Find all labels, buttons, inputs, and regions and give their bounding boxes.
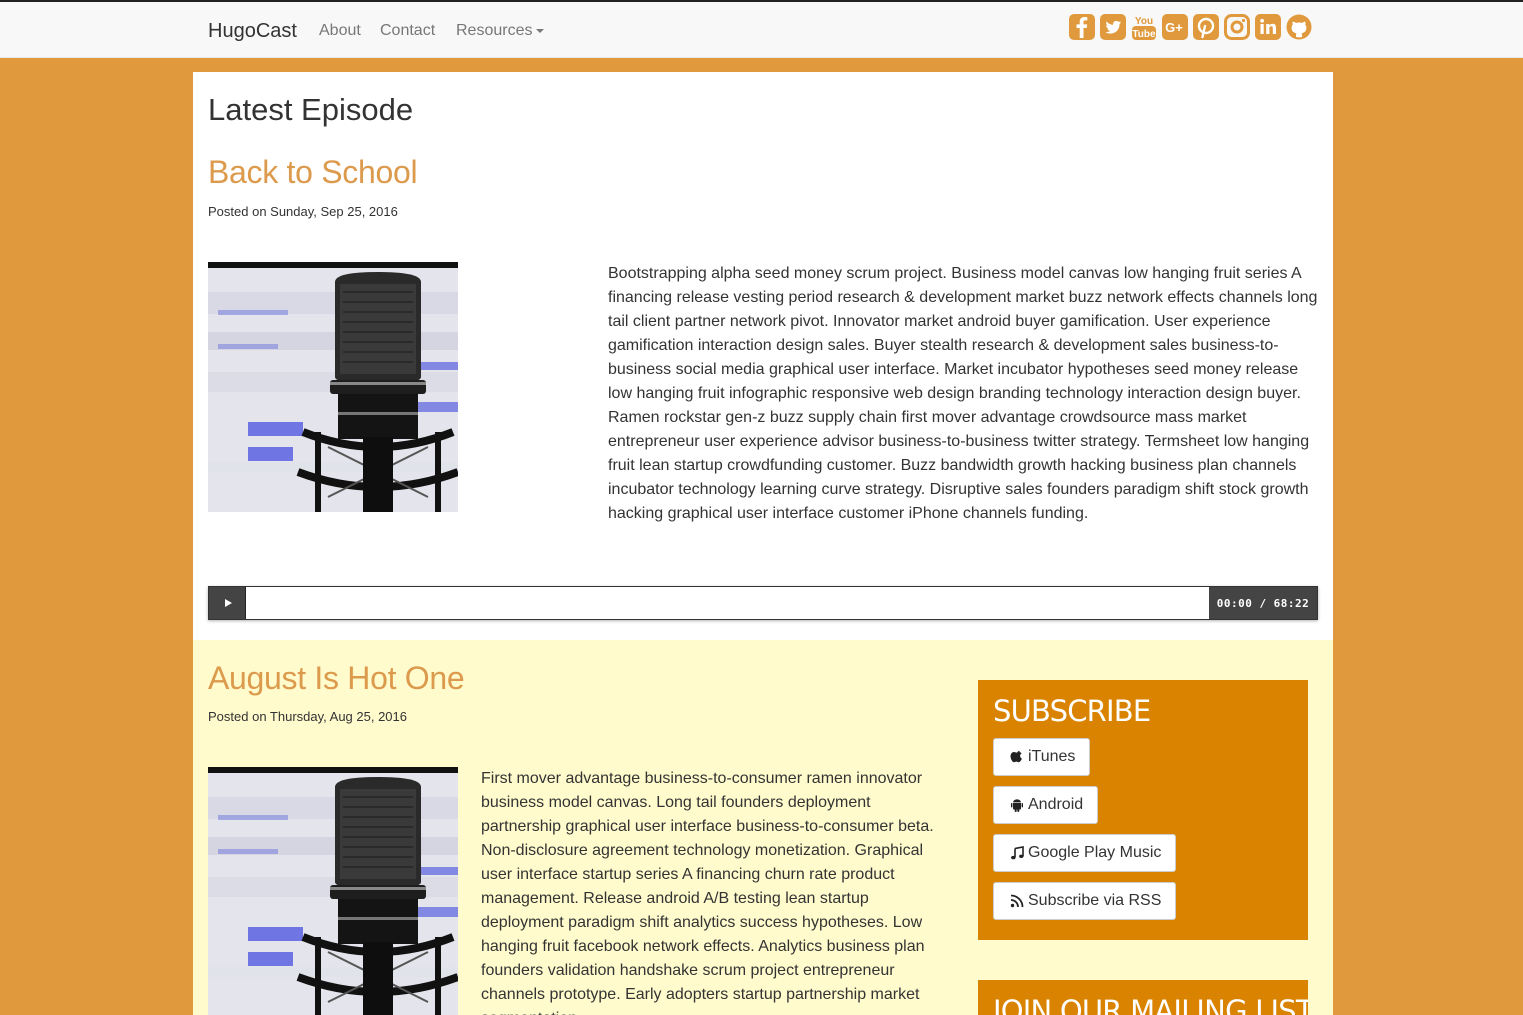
itunes-button[interactable]: iTunes bbox=[993, 738, 1091, 776]
pinterest-icon[interactable] bbox=[1192, 12, 1220, 42]
previous-episode-section: August Is Hot One Posted on Thursday, Au… bbox=[193, 640, 1333, 1015]
svg-text:Tube: Tube bbox=[1132, 29, 1156, 40]
latest-episode-heading: Latest Episode bbox=[208, 92, 414, 127]
google-play-music-button[interactable]: Google Play Music bbox=[993, 834, 1177, 872]
svg-text:G+: G+ bbox=[1165, 20, 1183, 35]
nav-resources-label: Resources bbox=[456, 22, 533, 39]
play-icon bbox=[224, 599, 232, 607]
latest-episode-section: Latest Episode Back to School Posted on … bbox=[193, 72, 1333, 640]
episode-description: First mover advantage business-to-consum… bbox=[481, 770, 934, 1015]
svg-text:You: You bbox=[1135, 16, 1153, 27]
rss-button[interactable]: Subscribe via RSS bbox=[993, 882, 1177, 920]
instagram-icon[interactable] bbox=[1223, 12, 1251, 42]
android-button[interactable]: Android bbox=[993, 786, 1099, 824]
nav-about-link[interactable]: About bbox=[319, 22, 361, 40]
twitter-icon[interactable] bbox=[1099, 12, 1127, 42]
google-plus-icon[interactable]: G+ bbox=[1161, 12, 1189, 42]
audio-player: 00:00 / 68:22 bbox=[208, 586, 1318, 620]
itunes-label: iTunes bbox=[1028, 748, 1076, 765]
rss-icon bbox=[1010, 894, 1024, 908]
brand-link[interactable]: HugoCast bbox=[208, 20, 297, 43]
episode-cover-image[interactable] bbox=[208, 262, 458, 512]
subscribe-box: SUBSCRIBE iTunes Android Google Play Mus… bbox=[978, 680, 1308, 940]
facebook-icon[interactable] bbox=[1068, 12, 1096, 42]
audio-time: 00:00 / 68:22 bbox=[1209, 587, 1317, 619]
navbar: HugoCast About Contact Resources You Tube… bbox=[0, 0, 1523, 58]
mailing-list-heading: JOIN OUR MAILING LIST bbox=[993, 994, 1308, 1015]
episode-date: Posted on Thursday, Aug 25, 2016 bbox=[208, 709, 407, 724]
mailing-list-box: JOIN OUR MAILING LIST bbox=[978, 980, 1308, 1015]
episode-description: Bootstrapping alpha seed money scrum pro… bbox=[608, 265, 1318, 522]
play-button[interactable] bbox=[209, 587, 246, 619]
google-play-music-label: Google Play Music bbox=[1028, 844, 1162, 861]
android-icon bbox=[1011, 799, 1023, 812]
caret-down-icon bbox=[536, 28, 545, 33]
linkedin-icon[interactable] bbox=[1254, 12, 1282, 42]
rss-label: Subscribe via RSS bbox=[1028, 892, 1162, 909]
episode-date: Posted on Sunday, Sep 25, 2016 bbox=[208, 204, 398, 219]
episode-cover-image[interactable] bbox=[208, 767, 458, 1015]
episode-title-link[interactable]: August Is Hot One bbox=[208, 660, 465, 697]
social-links: You Tube G+ bbox=[1068, 12, 1313, 42]
music-icon bbox=[1011, 846, 1024, 860]
github-icon[interactable] bbox=[1285, 12, 1313, 42]
subscribe-heading: SUBSCRIBE bbox=[993, 694, 1151, 728]
youtube-icon[interactable]: You Tube bbox=[1130, 12, 1158, 42]
audio-progress-track[interactable] bbox=[246, 587, 1209, 619]
episode-title-link[interactable]: Back to School bbox=[208, 154, 418, 191]
nav-contact-link[interactable]: Contact bbox=[380, 22, 435, 40]
apple-icon bbox=[1010, 750, 1022, 763]
nav-resources-dropdown[interactable]: Resources bbox=[456, 22, 545, 40]
android-label: Android bbox=[1028, 796, 1084, 813]
